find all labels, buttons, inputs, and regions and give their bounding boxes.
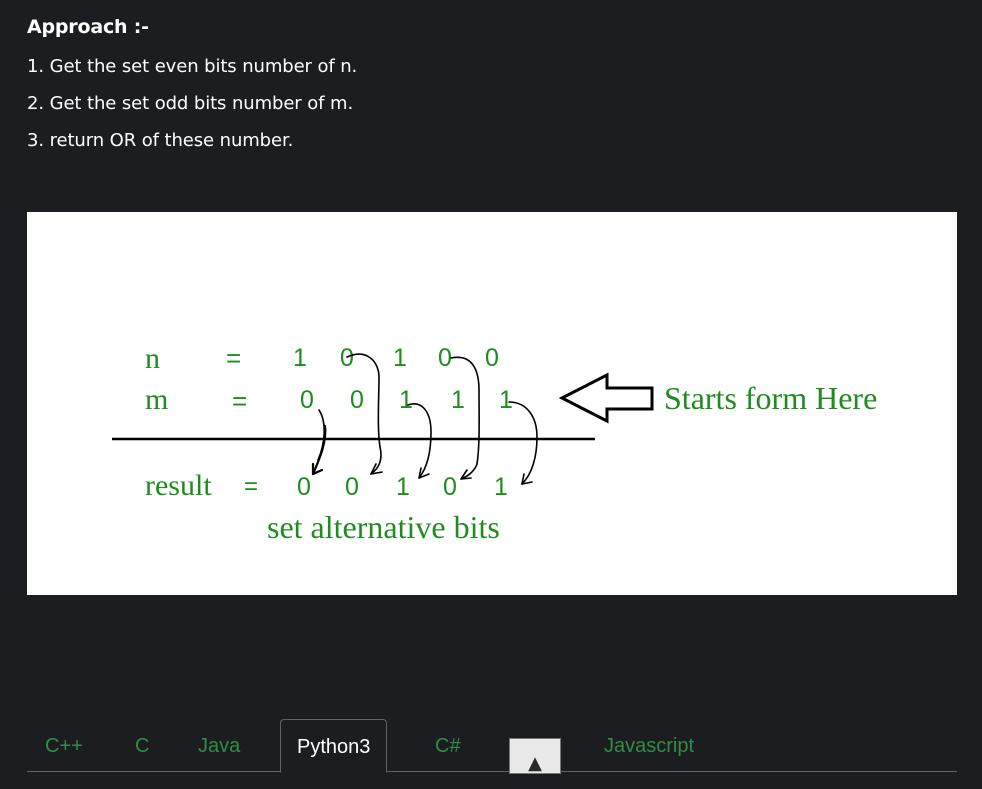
n-bit: 1 <box>393 344 407 372</box>
tab-python3[interactable]: Python3 <box>280 719 388 773</box>
tab-c[interactable]: C <box>135 719 149 771</box>
approach-steps: 1. Get the set even bits number of n. 2.… <box>27 54 357 165</box>
approach-step: 1. Get the set even bits number of n. <box>27 56 358 77</box>
n-bit: 0 <box>485 344 499 372</box>
m-bit: 0 <box>350 386 364 414</box>
result-bit: 0 <box>345 473 359 501</box>
m-bit: 0 <box>300 386 314 414</box>
approach-step: 2. Get the set odd bits number of m. <box>27 93 354 114</box>
result-equals: = <box>244 473 258 500</box>
n-bit: 0 <box>438 344 452 372</box>
result-bit: 1 <box>494 473 508 501</box>
start-arrow-label: Starts form Here <box>664 380 877 416</box>
result-label: result <box>145 469 212 502</box>
start-arrow-icon <box>558 372 654 424</box>
bit-diagram-image: n m = = 1 0 1 0 0 0 0 1 1 1 result = 0 0… <box>27 212 957 595</box>
tab-csharp[interactable]: C# <box>435 719 461 771</box>
m-bit: 1 <box>451 386 465 414</box>
approach-step: 3. return OR of these number. <box>27 130 294 151</box>
result-bit: 1 <box>396 473 410 501</box>
arrow-up-icon: ▲ <box>528 753 542 774</box>
approach-heading: Approach :- <box>27 16 149 38</box>
result-bit: 0 <box>297 473 311 501</box>
language-tabs: C++ C Java Python3 C# PHP Javascript <box>27 719 957 774</box>
m-equals: = <box>232 386 247 416</box>
bit-diagram-svg: n m = = 1 0 1 0 0 0 0 1 1 1 result = 0 0… <box>112 342 877 545</box>
bit-flow-arrows <box>311 353 538 485</box>
n-bit: 1 <box>293 344 307 372</box>
tabs-divider <box>27 771 957 772</box>
n-label: n <box>145 342 160 375</box>
tab-cpp[interactable]: C++ <box>45 719 83 771</box>
tab-java[interactable]: Java <box>198 719 240 771</box>
scroll-to-top-button[interactable]: ▲ <box>509 738 561 774</box>
diagram-caption: set alternative bits <box>267 509 500 545</box>
m-bit: 1 <box>499 386 513 414</box>
n-equals: = <box>226 343 241 373</box>
tab-javascript[interactable]: Javascript <box>604 719 694 771</box>
m-bit: 1 <box>399 386 413 414</box>
n-bit: 0 <box>340 344 354 372</box>
result-bit: 0 <box>443 473 457 501</box>
m-label: m <box>145 383 168 416</box>
